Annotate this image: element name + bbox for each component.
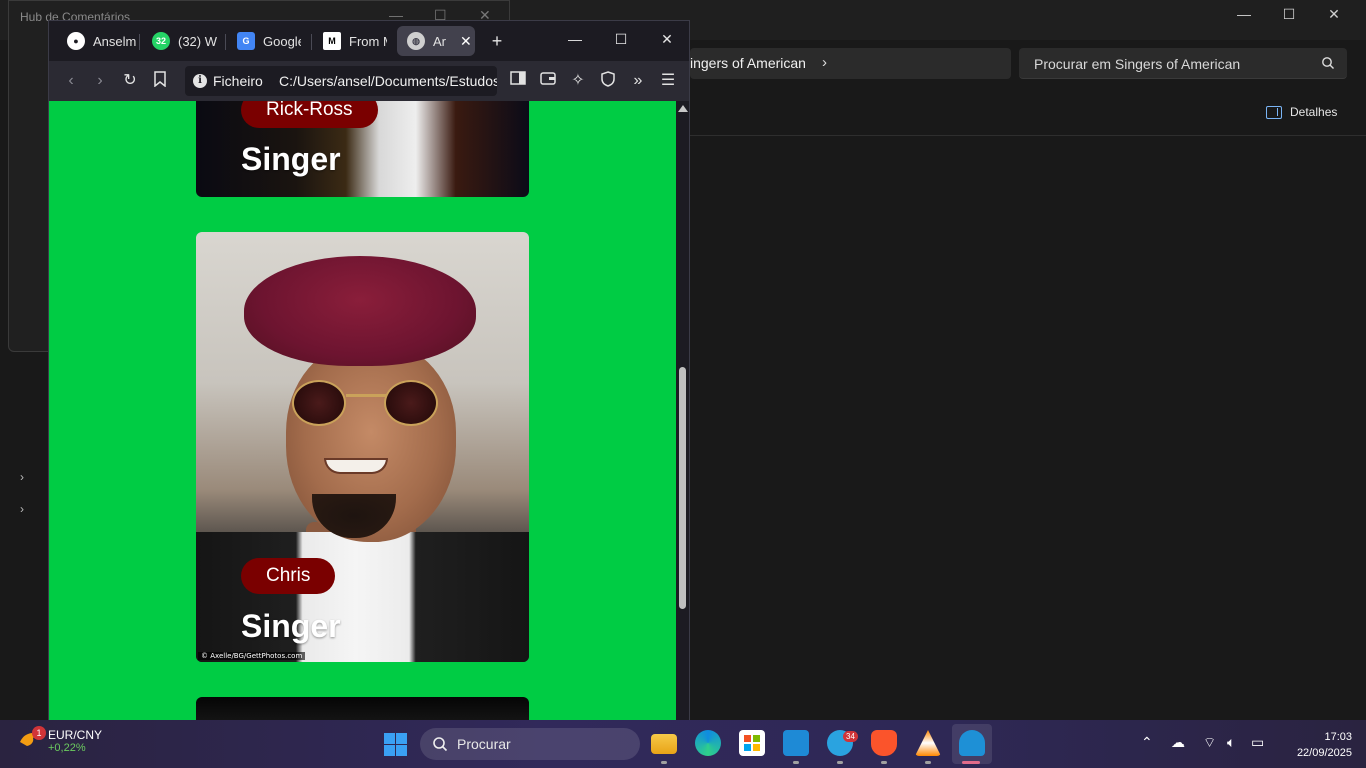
maximize-button[interactable]: ☐ bbox=[611, 31, 631, 51]
photo-hat bbox=[244, 256, 476, 366]
wifi-icon[interactable]: ⌔ bbox=[1203, 734, 1216, 752]
singer-card[interactable] bbox=[196, 697, 529, 721]
whatsapp-icon: 32 bbox=[152, 32, 170, 50]
info-icon[interactable]: i bbox=[193, 74, 207, 88]
tab-active-page[interactable]: ◍ Ar ✕ bbox=[397, 26, 475, 56]
singer-role: Singer bbox=[241, 141, 341, 177]
tab-github[interactable]: ● Anselm bbox=[57, 26, 139, 56]
tab-label: Google bbox=[263, 33, 301, 49]
google-translate-icon: G bbox=[237, 32, 255, 50]
singer-name-badge: Rick-Ross bbox=[241, 101, 378, 128]
photo-sunglasses bbox=[292, 380, 442, 426]
weather-widget[interactable]: 1 EUR/CNY +0,22% bbox=[18, 726, 103, 754]
chevron-up-icon[interactable]: ⌃ bbox=[1141, 734, 1153, 751]
taskbar: 1 EUR/CNY +0,22% Procurar 34 ⌃ ☁ ⌔ 🔈︎ ▭ … bbox=[0, 720, 1366, 768]
wallet-icon[interactable] bbox=[538, 71, 558, 91]
widget-badge: 1 bbox=[32, 726, 46, 740]
details-pane-icon bbox=[1266, 105, 1282, 119]
teams-icon[interactable] bbox=[959, 730, 985, 756]
menu-icon[interactable]: ☰ bbox=[658, 71, 678, 91]
clock[interactable]: 17:03 22/09/2025 bbox=[1282, 729, 1352, 761]
singer-card[interactable]: Chris Singer © Axelle/BG/GettPhotos.com bbox=[196, 232, 529, 662]
date-label: 22/09/2025 bbox=[1296, 747, 1352, 759]
github-icon: ● bbox=[67, 32, 85, 50]
singer-name-badge: Chris bbox=[241, 558, 336, 594]
reload-icon[interactable]: ↻ bbox=[120, 71, 140, 91]
singer-role: Singer bbox=[241, 608, 341, 644]
file-explorer-icon[interactable] bbox=[651, 734, 677, 754]
scroll-thumb[interactable] bbox=[679, 367, 686, 609]
tab-strip: ● Anselm 32 (32) W G Google M From M ◍ A… bbox=[49, 21, 689, 61]
tab-whatsapp[interactable]: 32 (32) W bbox=[142, 26, 222, 56]
chevron-right-icon[interactable]: › bbox=[20, 470, 24, 484]
back-icon[interactable]: ‹ bbox=[61, 71, 81, 91]
explorer-close-button[interactable]: ✕ bbox=[1314, 6, 1354, 26]
scroll-up-icon[interactable] bbox=[678, 105, 688, 112]
time-label: 17:03 bbox=[1324, 731, 1352, 743]
search-icon bbox=[433, 737, 448, 752]
tab-label: Anselm bbox=[93, 33, 137, 49]
widget-subtitle: +0,22% bbox=[48, 742, 86, 754]
forward-icon[interactable]: › bbox=[90, 71, 110, 91]
chevron-right-icon[interactable]: › bbox=[822, 54, 827, 71]
minimize-button[interactable]: — bbox=[565, 31, 585, 51]
start-button[interactable] bbox=[384, 733, 407, 756]
tab-label: From M bbox=[349, 33, 387, 49]
store-icon[interactable] bbox=[739, 730, 765, 756]
tab-label: (32) W bbox=[178, 33, 217, 49]
brave-icon[interactable] bbox=[871, 730, 897, 756]
explorer-address-bar[interactable]: ingers of American › bbox=[690, 48, 1011, 79]
explorer-maximize-button[interactable]: ☐ bbox=[1269, 6, 1309, 26]
volume-icon[interactable]: 🔈︎ bbox=[1227, 734, 1235, 751]
tab-google-translate[interactable]: G Google bbox=[227, 26, 301, 56]
explorer-minimize-button[interactable]: — bbox=[1224, 6, 1264, 26]
close-tab-icon[interactable]: ✕ bbox=[460, 33, 472, 50]
overflow-icon[interactable]: » bbox=[628, 71, 648, 91]
battery-icon[interactable]: ▭ bbox=[1251, 734, 1264, 751]
onedrive-icon[interactable]: ☁ bbox=[1171, 734, 1185, 751]
navigation-toolbar: ‹ › ↻ i Ficheiro C:/Users/ansel/Document… bbox=[49, 61, 689, 101]
explorer-nav-strip: › › bbox=[0, 352, 48, 720]
url-bar[interactable]: i Ficheiro C:/Users/ansel/Documents/Estu… bbox=[185, 66, 497, 96]
explorer-search-placeholder: Procurar em Singers of American bbox=[1034, 56, 1241, 72]
page-content: Rick-Ross Singer Chris Singer © Axelle/B… bbox=[49, 101, 676, 721]
sidebar-icon[interactable] bbox=[508, 71, 528, 91]
tab-medium[interactable]: M From M bbox=[313, 26, 387, 56]
taskbar-search-placeholder: Procurar bbox=[457, 736, 511, 752]
explorer-search-input[interactable]: Procurar em Singers of American bbox=[1019, 48, 1347, 79]
taskbar-search-input[interactable]: Procurar bbox=[420, 728, 640, 760]
globe-icon: ◍ bbox=[407, 32, 425, 50]
vlc-icon[interactable] bbox=[915, 730, 941, 756]
edge-icon[interactable] bbox=[695, 730, 721, 756]
ai-sparkle-icon[interactable]: ✧ bbox=[568, 71, 588, 91]
chevron-right-icon[interactable]: › bbox=[20, 502, 24, 516]
currency-widget-icon: 1 bbox=[18, 726, 46, 750]
medium-icon: M bbox=[323, 32, 341, 50]
telegram-badge: 34 bbox=[843, 731, 858, 742]
details-button[interactable]: Detalhes bbox=[1266, 105, 1337, 119]
singer-card[interactable]: Rick-Ross Singer bbox=[196, 101, 529, 197]
details-label: Detalhes bbox=[1290, 105, 1338, 119]
photo-credit: © Axelle/BG/GettPhotos.com bbox=[198, 652, 306, 660]
shield-icon[interactable] bbox=[598, 71, 618, 91]
photo-smile bbox=[324, 458, 388, 474]
new-tab-button[interactable]: + bbox=[487, 31, 507, 51]
url-scheme-label: Ficheiro bbox=[213, 73, 263, 89]
tab-label: Ar bbox=[433, 33, 446, 49]
close-button[interactable]: ✕ bbox=[657, 31, 677, 51]
url-path[interactable]: C:/Users/ansel/Documents/Estudos bbox=[279, 73, 497, 89]
address-crumb[interactable]: ingers of American bbox=[690, 55, 806, 71]
widget-title: EUR/CNY bbox=[48, 728, 103, 742]
bookmark-icon[interactable] bbox=[150, 71, 170, 91]
vscode-icon[interactable] bbox=[783, 730, 809, 756]
browser-window: ● Anselm 32 (32) W G Google M From M ◍ A… bbox=[48, 20, 690, 721]
page-scrollbar[interactable] bbox=[676, 101, 689, 721]
explorer-toolbar bbox=[690, 92, 1366, 136]
search-icon bbox=[1322, 57, 1334, 69]
